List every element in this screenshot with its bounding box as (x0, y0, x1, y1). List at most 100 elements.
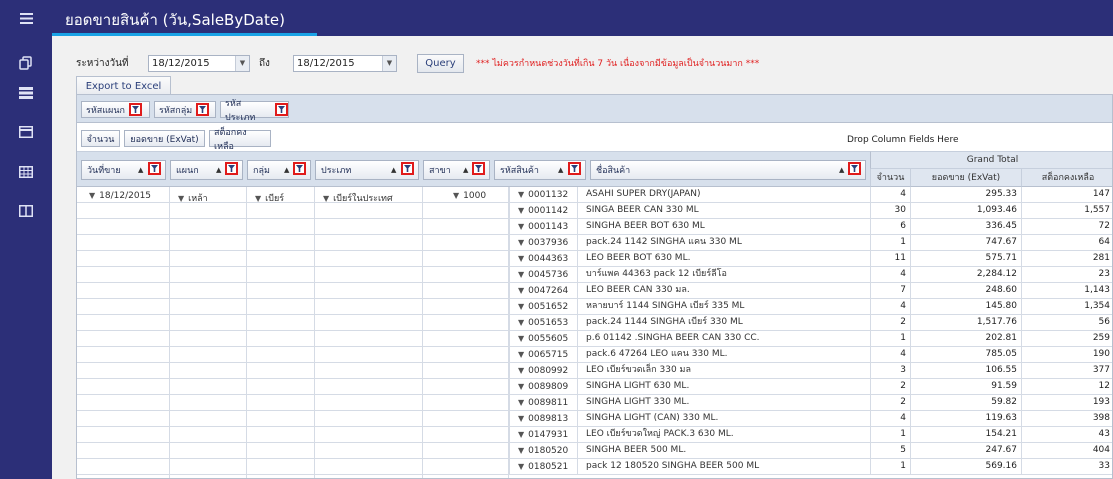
filter-field-department[interactable]: รหัสแผนก (81, 101, 150, 118)
table-row[interactable]: ▼ 0065715 pack.6 47264 LEO แคน 330 ML. 4 785… (77, 347, 1112, 363)
filter-icon[interactable] (196, 103, 210, 116)
table-row[interactable]: ▼ 0001132 ASAHI SUPER DRY(JAPAN) 4 295.33 147 (77, 187, 1112, 203)
filter-icon[interactable] (275, 103, 288, 116)
product-code-cell[interactable]: ▼ 0051652 (509, 299, 578, 315)
table-row[interactable]: ▼ 0180521 pack 12 180520 SINGHA BEER 500 M… (77, 459, 1112, 475)
sort-asc-icon[interactable]: ▲ (138, 166, 143, 174)
table-row[interactable]: ▼ 0001142 SINGA BEER CAN 330 ML 30 1,093.46 1… (77, 203, 1112, 219)
chevron-down-icon[interactable]: ▼ (518, 251, 524, 266)
measure-header-stock[interactable]: สต็อกคงเหลือ (1021, 169, 1112, 187)
chevron-down-icon[interactable]: ▼ (518, 443, 524, 458)
product-code-cell[interactable]: ▼ 0001142 (509, 203, 578, 219)
chevron-down-icon[interactable]: ▼ (235, 55, 249, 71)
table-row[interactable]: ▼ 0044363 LEO BEER BOT 630 ML. 11 575.71 281 (77, 251, 1112, 267)
chevron-down-icon[interactable]: ▼ (518, 267, 524, 282)
filter-field-type[interactable]: รหัสประเภท (220, 99, 289, 123)
export-to-excel-button[interactable]: Export to Excel (76, 76, 171, 95)
query-button[interactable]: Query (417, 53, 464, 73)
product-code-cell[interactable]: ▼ 0055605 (509, 331, 578, 347)
data-field-sales[interactable]: ยอดขาย (ExVat) (124, 130, 205, 147)
sort-asc-icon[interactable]: ▲ (463, 166, 468, 174)
copy-icon[interactable] (0, 48, 52, 78)
chevron-down-icon[interactable]: ▼ (518, 379, 524, 394)
row-field-product-name[interactable]: ชื่อสินค้า ▲ (590, 160, 866, 180)
filter-icon[interactable] (293, 162, 306, 175)
chevron-down-icon[interactable]: ▼ (518, 283, 524, 298)
hamburger-menu-icon[interactable] (0, 0, 52, 36)
chevron-down-icon[interactable]: ▼ (518, 363, 524, 378)
table-row[interactable]: ▼ 0047264 LEO BEER CAN 330 มล. 7 248.60 1,143 (77, 283, 1112, 299)
row-field-group[interactable]: กลุ่ม ▲ (247, 160, 311, 180)
filter-icon[interactable] (568, 162, 581, 175)
product-code-cell[interactable]: ▼ 0065715 (509, 347, 578, 363)
date-to-field[interactable]: 18/12/2015 ▼ (293, 54, 397, 72)
filter-icon[interactable] (848, 162, 861, 175)
chevron-down-icon[interactable]: ▼ (518, 331, 524, 346)
product-code-cell[interactable]: ▼ 0044363 (509, 251, 578, 267)
table-row[interactable]: ▼ 0089813 SINGHA LIGHT (CAN) 330 ML. 4 119.6… (77, 411, 1112, 427)
product-code-cell[interactable]: ▼ 0089809 (509, 379, 578, 395)
table-row[interactable]: ▼ 0080992 LEO เบียร์ขวดเล็ก 330 มล 3 106.55 3… (77, 363, 1112, 379)
row-field-sale-date[interactable]: วันที่ขาย ▲ (81, 160, 166, 180)
sort-asc-icon[interactable]: ▲ (839, 166, 844, 174)
chevron-down-icon[interactable]: ▼ (518, 347, 524, 362)
table-row[interactable]: ▼ 0045736 บาร์แพค 44363 pack 12 เบียร์ลีโอ… (77, 267, 1112, 283)
product-code-cell[interactable]: ▼ 0080992 (509, 363, 578, 379)
product-code-cell[interactable]: ▼ 0037936 (509, 235, 578, 251)
product-code-cell[interactable]: ▼ 0089811 (509, 395, 578, 411)
table-row[interactable]: ▼ 0089809 SINGHA LIGHT 630 ML. 2 91.59 12 (77, 379, 1112, 395)
table-row[interactable]: ▼ 0089811 SINGHA LIGHT 330 ML. 2 59.82 193 (77, 395, 1112, 411)
chevron-down-icon[interactable]: ▼ (518, 235, 524, 250)
filter-icon[interactable] (472, 162, 485, 175)
row-field-department[interactable]: แผนก ▲ (170, 160, 243, 180)
grid-icon[interactable] (0, 157, 52, 187)
chevron-down-icon[interactable]: ▼ (518, 427, 524, 442)
chevron-down-icon[interactable]: ▼ (518, 187, 524, 202)
product-code-cell[interactable]: ▼ 0047264 (509, 283, 578, 299)
chevron-down-icon[interactable]: ▼ (518, 299, 524, 314)
table-row[interactable]: ▼ 0051652 หลายบาร์ 1144 SINGHA เบียร์ 335 … (77, 299, 1112, 315)
table-row[interactable]: ▼ 0037936 pack.24 1142 SINGHA แคน 330 ML 1 7… (77, 235, 1112, 251)
product-code-cell[interactable]: ▼ 0147931 (509, 427, 578, 443)
table-row[interactable]: ▼ 0051653 pack.24 1144 SINGHA เบียร์ 330 M… (77, 315, 1112, 331)
filter-field-group[interactable]: รหัสกลุ่ม (154, 101, 216, 118)
chevron-down-icon[interactable]: ▼ (518, 315, 524, 330)
sort-asc-icon[interactable]: ▲ (391, 166, 396, 174)
table-row[interactable]: ▼ 0001143 SINGHA BEER BOT 630 ML 6 336.45 72 (77, 219, 1112, 235)
stack-icon[interactable] (0, 78, 52, 108)
product-code-cell[interactable]: ▼ 0089813 (509, 411, 578, 427)
chevron-down-icon[interactable]: ▼ (518, 203, 524, 218)
sales-cell: 295.33 (910, 187, 1021, 203)
sort-asc-icon[interactable]: ▲ (216, 166, 221, 174)
measure-header-qty[interactable]: จำนวน (870, 169, 910, 187)
data-field-stock[interactable]: สต็อกคงเหลือ (209, 128, 271, 152)
columns-icon[interactable] (0, 196, 52, 226)
filter-icon[interactable] (148, 162, 161, 175)
chevron-down-icon[interactable]: ▼ (518, 459, 524, 474)
row-field-type[interactable]: ประเภท ▲ (315, 160, 419, 180)
chevron-down-icon[interactable]: ▼ (518, 411, 524, 426)
filter-icon[interactable] (128, 103, 142, 116)
product-code-cell[interactable]: ▼ 0045736 (509, 267, 578, 283)
date-from-field[interactable]: 18/12/2015 ▼ (148, 54, 250, 72)
product-code-cell[interactable]: ▼ 0001132 (509, 187, 578, 203)
data-field-qty[interactable]: จำนวน (81, 130, 120, 147)
product-code-cell[interactable]: ▼ 0051653 (509, 315, 578, 331)
sort-asc-icon[interactable]: ▲ (284, 166, 289, 174)
product-code-cell[interactable]: ▼ 0001143 (509, 219, 578, 235)
chevron-down-icon[interactable]: ▼ (518, 395, 524, 410)
measure-header-sales[interactable]: ยอดขาย (ExVat) (910, 169, 1021, 187)
chevron-down-icon[interactable]: ▼ (382, 55, 396, 71)
row-field-branch[interactable]: สาขา ▲ (423, 160, 490, 180)
table-row[interactable]: ▼ 0147931 LEO เบียร์ขวดใหญ่ PACK.3 630 ML.… (77, 427, 1112, 443)
card-icon[interactable] (0, 117, 52, 147)
table-row[interactable]: ▼ 0055605 p.6 01142 .SINGHA BEER CAN 330 C… (77, 331, 1112, 347)
chevron-down-icon[interactable]: ▼ (518, 219, 524, 234)
sort-asc-icon[interactable]: ▲ (558, 166, 563, 174)
filter-icon[interactable] (401, 162, 414, 175)
product-code-cell[interactable]: ▼ 0180521 (509, 459, 578, 475)
row-field-product-code[interactable]: รหัสสินค้า ▲ (494, 160, 586, 180)
filter-icon[interactable] (225, 162, 238, 175)
product-code-cell[interactable]: ▼ 0180520 (509, 443, 578, 459)
table-row[interactable]: ▼ 0180520 SINGHA BEER 500 ML. 5 247.67 404 (77, 443, 1112, 459)
